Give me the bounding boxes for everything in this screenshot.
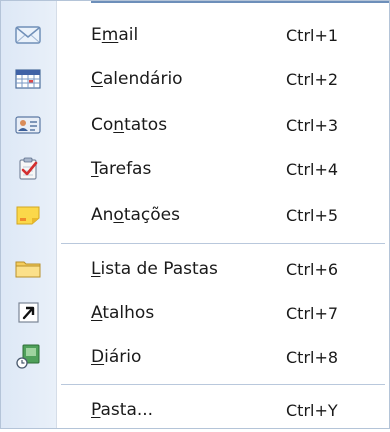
envelope-icon — [15, 23, 41, 47]
menu-item-shortcut: Ctrl+8 — [286, 347, 339, 367]
folder-icon — [15, 257, 41, 281]
calendar-icon — [15, 67, 41, 91]
shortcut-arrow-icon — [15, 301, 41, 325]
sticky-note-icon — [15, 203, 41, 227]
menu-item-anotacoes[interactable]: Anotações Ctrl+5 — [1, 193, 389, 237]
menu-item-calendario[interactable]: Calendário Ctrl+2 — [1, 57, 389, 101]
menu-item-label: Lista de Pastas — [91, 259, 218, 279]
contact-card-icon — [15, 113, 41, 137]
menu-item-email[interactable]: Email Ctrl+1 — [1, 13, 389, 57]
go-menu: Email Ctrl+1 Calendário Ctrl+2 Contatos … — [0, 0, 390, 429]
menu-top-edge — [91, 1, 389, 3]
menu-item-atalhos[interactable]: Atalhos Ctrl+7 — [1, 291, 389, 335]
menu-item-shortcut: Ctrl+5 — [286, 205, 339, 225]
menu-item-label: Atalhos — [91, 303, 155, 323]
menu-item-shortcut: Ctrl+7 — [286, 303, 339, 323]
menu-item-label: Pasta... — [91, 400, 154, 420]
menu-item-lista-de-pastas[interactable]: Lista de Pastas Ctrl+6 — [1, 247, 389, 291]
menu-item-label: Tarefas — [91, 159, 152, 179]
menu-item-pasta[interactable]: Pasta... Ctrl+Y — [1, 388, 389, 432]
menu-item-shortcut: Ctrl+3 — [286, 115, 339, 135]
menu-item-label: Diário — [91, 347, 142, 367]
menu-item-tarefas[interactable]: Tarefas Ctrl+4 — [1, 147, 389, 191]
menu-item-diario[interactable]: Diário Ctrl+8 — [1, 335, 389, 379]
menu-item-shortcut: Ctrl+4 — [286, 159, 339, 179]
menu-item-label: Calendário — [91, 69, 183, 89]
menu-separator — [61, 243, 385, 244]
menu-separator — [61, 384, 385, 385]
menu-item-label: Anotações — [91, 205, 180, 225]
menu-item-shortcut: Ctrl+Y — [286, 400, 338, 420]
task-clipboard-icon — [15, 157, 41, 181]
menu-item-shortcut: Ctrl+2 — [286, 69, 339, 89]
menu-item-label: Email — [91, 25, 139, 45]
menu-item-shortcut: Ctrl+6 — [286, 259, 339, 279]
menu-item-shortcut: Ctrl+1 — [286, 25, 339, 45]
menu-item-contatos[interactable]: Contatos Ctrl+3 — [1, 103, 389, 147]
journal-icon — [15, 344, 41, 369]
menu-item-label: Contatos — [91, 115, 168, 135]
